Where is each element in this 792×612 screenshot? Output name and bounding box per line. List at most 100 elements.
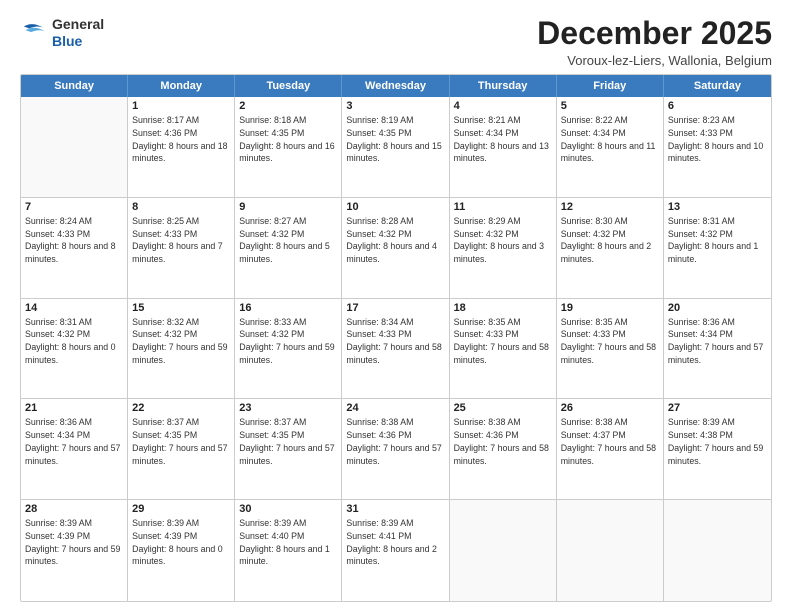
sun-info: Sunrise: 8:37 AM Sunset: 4:35 PM Dayligh… <box>239 416 337 467</box>
day-number: 8 <box>132 201 230 213</box>
header-day-tuesday: Tuesday <box>235 75 342 97</box>
sun-info: Sunrise: 8:38 AM Sunset: 4:36 PM Dayligh… <box>454 416 552 467</box>
day-number: 14 <box>25 302 123 314</box>
sun-info: Sunrise: 8:34 AM Sunset: 4:33 PM Dayligh… <box>346 316 444 367</box>
sun-info: Sunrise: 8:31 AM Sunset: 4:32 PM Dayligh… <box>25 316 123 367</box>
calendar-cell: 26 Sunrise: 8:38 AM Sunset: 4:37 PM Dayli… <box>557 399 664 499</box>
day-number: 9 <box>239 201 337 213</box>
calendar-cell: 23 Sunrise: 8:37 AM Sunset: 4:35 PM Dayli… <box>235 399 342 499</box>
sun-info: Sunrise: 8:36 AM Sunset: 4:34 PM Dayligh… <box>25 416 123 467</box>
calendar-week-2: 7 Sunrise: 8:24 AM Sunset: 4:33 PM Daylig… <box>21 198 771 299</box>
sun-info: Sunrise: 8:38 AM Sunset: 4:36 PM Dayligh… <box>346 416 444 467</box>
sun-info: Sunrise: 8:28 AM Sunset: 4:32 PM Dayligh… <box>346 215 444 266</box>
location: Voroux-lez-Liers, Wallonia, Belgium <box>537 53 772 68</box>
sun-info: Sunrise: 8:35 AM Sunset: 4:33 PM Dayligh… <box>561 316 659 367</box>
sun-info: Sunrise: 8:31 AM Sunset: 4:32 PM Dayligh… <box>668 215 767 266</box>
sun-info: Sunrise: 8:17 AM Sunset: 4:36 PM Dayligh… <box>132 114 230 165</box>
calendar-cell: 4 Sunrise: 8:21 AM Sunset: 4:34 PM Daylig… <box>450 97 557 197</box>
sun-info: Sunrise: 8:18 AM Sunset: 4:35 PM Dayligh… <box>239 114 337 165</box>
day-number: 29 <box>132 503 230 515</box>
sun-info: Sunrise: 8:39 AM Sunset: 4:41 PM Dayligh… <box>346 517 444 568</box>
calendar-cell: 12 Sunrise: 8:30 AM Sunset: 4:32 PM Dayli… <box>557 198 664 298</box>
sun-info: Sunrise: 8:33 AM Sunset: 4:32 PM Dayligh… <box>239 316 337 367</box>
calendar-cell: 11Sunrise: 8:29 AM Sunset: 4:32 PM Dayli… <box>450 198 557 298</box>
calendar-cell <box>450 500 557 601</box>
day-number: 15 <box>132 302 230 314</box>
sun-info: Sunrise: 8:37 AM Sunset: 4:35 PM Dayligh… <box>132 416 230 467</box>
day-number: 2 <box>239 100 337 112</box>
calendar-cell: 2 Sunrise: 8:18 AM Sunset: 4:35 PM Daylig… <box>235 97 342 197</box>
calendar-cell: 7 Sunrise: 8:24 AM Sunset: 4:33 PM Daylig… <box>21 198 128 298</box>
calendar-cell: 6 Sunrise: 8:23 AM Sunset: 4:33 PM Daylig… <box>664 97 771 197</box>
sun-info: Sunrise: 8:39 AM Sunset: 4:40 PM Dayligh… <box>239 517 337 568</box>
day-number: 25 <box>454 402 552 414</box>
sun-info: Sunrise: 8:32 AM Sunset: 4:32 PM Dayligh… <box>132 316 230 367</box>
day-number: 31 <box>346 503 444 515</box>
day-number: 18 <box>454 302 552 314</box>
page: General Blue December 2025 Voroux-lez-Li… <box>0 0 792 612</box>
calendar-cell: 15 Sunrise: 8:32 AM Sunset: 4:32 PM Dayli… <box>128 299 235 399</box>
day-number: 24 <box>346 402 444 414</box>
logo-icon <box>20 19 48 47</box>
day-number: 30 <box>239 503 337 515</box>
calendar-cell: 8Sunrise: 8:25 AM Sunset: 4:33 PM Daylig… <box>128 198 235 298</box>
day-number: 10 <box>346 201 444 213</box>
sun-info: Sunrise: 8:21 AM Sunset: 4:34 PM Dayligh… <box>454 114 552 165</box>
calendar-week-5: 28 Sunrise: 8:39 AM Sunset: 4:39 PM Dayli… <box>21 500 771 601</box>
sun-info: Sunrise: 8:30 AM Sunset: 4:32 PM Dayligh… <box>561 215 659 266</box>
calendar-cell: 13Sunrise: 8:31 AM Sunset: 4:32 PM Dayli… <box>664 198 771 298</box>
day-number: 16 <box>239 302 337 314</box>
header-day-saturday: Saturday <box>664 75 771 97</box>
calendar-cell <box>664 500 771 601</box>
sun-info: Sunrise: 8:35 AM Sunset: 4:33 PM Dayligh… <box>454 316 552 367</box>
day-number: 27 <box>668 402 767 414</box>
calendar-cell: 21 Sunrise: 8:36 AM Sunset: 4:34 PM Dayli… <box>21 399 128 499</box>
sun-info: Sunrise: 8:39 AM Sunset: 4:39 PM Dayligh… <box>25 517 123 568</box>
sun-info: Sunrise: 8:23 AM Sunset: 4:33 PM Dayligh… <box>668 114 767 165</box>
day-number: 22 <box>132 402 230 414</box>
header: General Blue December 2025 Voroux-lez-Li… <box>20 16 772 68</box>
calendar-cell <box>21 97 128 197</box>
day-number: 21 <box>25 402 123 414</box>
header-day-monday: Monday <box>128 75 235 97</box>
sun-info: Sunrise: 8:36 AM Sunset: 4:34 PM Dayligh… <box>668 316 767 367</box>
calendar-cell: 31 Sunrise: 8:39 AM Sunset: 4:41 PM Dayli… <box>342 500 449 601</box>
calendar-cell: 10 Sunrise: 8:28 AM Sunset: 4:32 PM Dayli… <box>342 198 449 298</box>
day-number: 19 <box>561 302 659 314</box>
logo: General Blue <box>20 16 104 50</box>
day-number: 20 <box>668 302 767 314</box>
day-number: 7 <box>25 201 123 213</box>
calendar-cell: 22 Sunrise: 8:37 AM Sunset: 4:35 PM Dayli… <box>128 399 235 499</box>
sun-info: Sunrise: 8:39 AM Sunset: 4:38 PM Dayligh… <box>668 416 767 467</box>
calendar-cell: 30 Sunrise: 8:39 AM Sunset: 4:40 PM Dayli… <box>235 500 342 601</box>
calendar-cell: 29 Sunrise: 8:39 AM Sunset: 4:39 PM Dayli… <box>128 500 235 601</box>
day-number: 23 <box>239 402 337 414</box>
month-year: December 2025 <box>537 16 772 51</box>
day-number: 1 <box>132 100 230 112</box>
day-number: 12 <box>561 201 659 213</box>
header-day-wednesday: Wednesday <box>342 75 449 97</box>
calendar-cell: 18 Sunrise: 8:35 AM Sunset: 4:33 PM Dayli… <box>450 299 557 399</box>
day-number: 4 <box>454 100 552 112</box>
day-number: 28 <box>25 503 123 515</box>
calendar-cell: 19 Sunrise: 8:35 AM Sunset: 4:33 PM Dayli… <box>557 299 664 399</box>
sun-info: Sunrise: 8:39 AM Sunset: 4:39 PM Dayligh… <box>132 517 230 568</box>
sun-info: Sunrise: 8:19 AM Sunset: 4:35 PM Dayligh… <box>346 114 444 165</box>
calendar: SundayMondayTuesdayWednesdayThursdayFrid… <box>20 74 772 602</box>
day-number: 5 <box>561 100 659 112</box>
sun-info: Sunrise: 8:24 AM Sunset: 4:33 PM Dayligh… <box>25 215 123 266</box>
day-number: 17 <box>346 302 444 314</box>
calendar-week-4: 21 Sunrise: 8:36 AM Sunset: 4:34 PM Dayli… <box>21 399 771 500</box>
sun-info: Sunrise: 8:27 AM Sunset: 4:32 PM Dayligh… <box>239 215 337 266</box>
sun-info: Sunrise: 8:38 AM Sunset: 4:37 PM Dayligh… <box>561 416 659 467</box>
calendar-cell: 25 Sunrise: 8:38 AM Sunset: 4:36 PM Dayli… <box>450 399 557 499</box>
day-number: 26 <box>561 402 659 414</box>
day-number: 3 <box>346 100 444 112</box>
calendar-cell: 9 Sunrise: 8:27 AM Sunset: 4:32 PM Daylig… <box>235 198 342 298</box>
header-day-friday: Friday <box>557 75 664 97</box>
header-day-thursday: Thursday <box>450 75 557 97</box>
calendar-week-3: 14 Sunrise: 8:31 AM Sunset: 4:32 PM Dayli… <box>21 299 771 400</box>
calendar-cell: 16 Sunrise: 8:33 AM Sunset: 4:32 PM Dayli… <box>235 299 342 399</box>
header-day-sunday: Sunday <box>21 75 128 97</box>
day-number: 6 <box>668 100 767 112</box>
